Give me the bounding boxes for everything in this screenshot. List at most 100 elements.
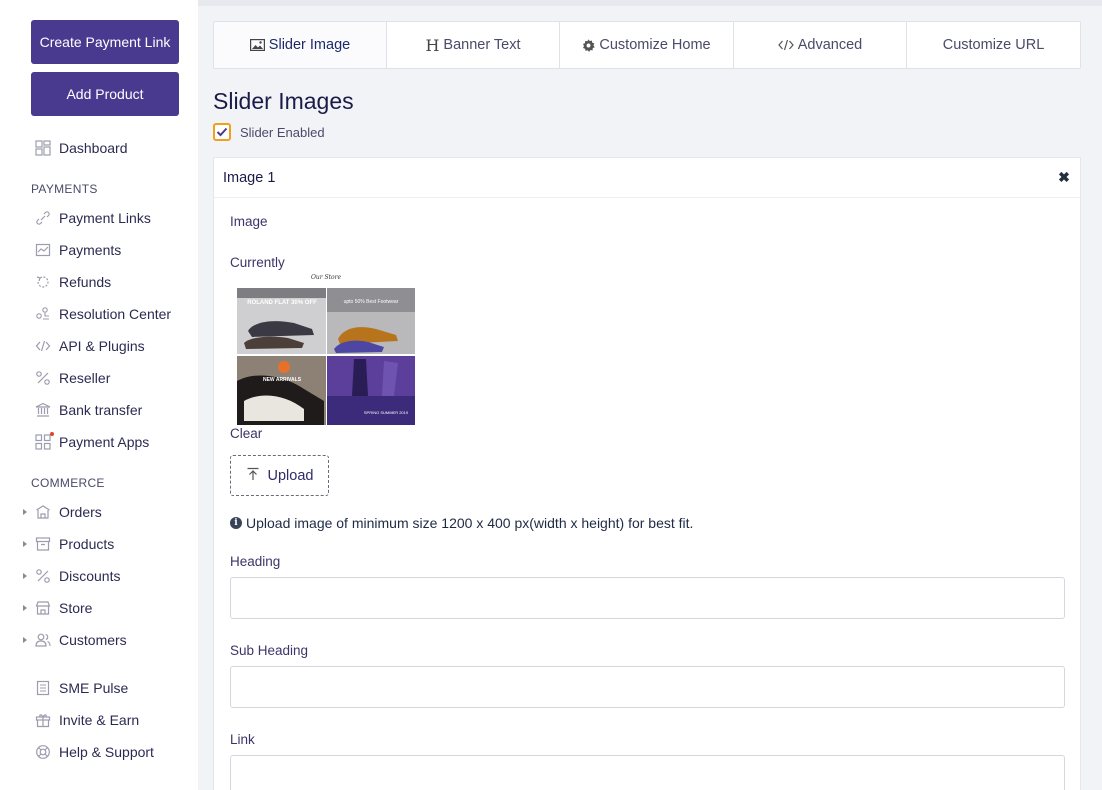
close-icon[interactable]: ✖ — [1057, 169, 1071, 185]
link-input[interactable] — [230, 755, 1065, 790]
sidebar-item-label: Payment Links — [59, 210, 151, 226]
refund-icon — [34, 274, 51, 291]
notification-dot — [50, 432, 54, 436]
sidebar-item-label: Orders — [59, 504, 102, 520]
top-bar — [198, 0, 1102, 6]
sidebar-item-label: Bank transfer — [59, 402, 143, 418]
chart-icon — [34, 242, 51, 259]
clear-image-link[interactable]: Clear — [230, 426, 262, 441]
tab-customize-url[interactable]: Customize URL — [907, 22, 1080, 68]
sidebar-item-invite-earn[interactable]: Invite & Earn — [0, 708, 198, 732]
sidebar-item-label: Customers — [59, 632, 127, 648]
sidebar-item-payments[interactable]: Payments — [0, 238, 198, 262]
upload-button[interactable]: Upload — [230, 455, 329, 496]
sidebar-item-label: Store — [59, 600, 93, 616]
slider-enabled-label: Slider Enabled — [240, 124, 325, 140]
settings-tabs: Slider Image H Banner Text Customize Hom… — [213, 21, 1081, 69]
sidebar-item-discounts[interactable]: Discounts — [0, 564, 198, 588]
sidebar-item-resolution-center[interactable]: Resolution Center — [0, 302, 198, 326]
tab-label: Advanced — [797, 37, 863, 53]
tab-banner-text[interactable]: H Banner Text — [387, 22, 560, 68]
box-icon — [34, 536, 51, 553]
percent-icon — [34, 370, 51, 387]
sidebar-item-label: Invite & Earn — [59, 712, 140, 728]
thumb-tile-text: upto 50% Best Footwear — [344, 299, 399, 305]
sidebar-item-label: Payments — [59, 242, 122, 258]
info-icon: i — [230, 517, 242, 529]
heading-input[interactable] — [230, 577, 1065, 619]
link-field-label: Link — [230, 732, 255, 747]
sidebar-item-help-support[interactable]: Help & Support — [0, 740, 198, 764]
sidebar: Create Payment Link Add Product Dashboar… — [0, 0, 198, 790]
sidebar-item-label: Help & Support — [59, 744, 154, 760]
resolution-icon — [34, 306, 51, 323]
tab-label: Customize URL — [942, 37, 1045, 53]
sidebar-item-store[interactable]: Store — [0, 596, 198, 620]
image-icon — [249, 39, 265, 51]
users-icon — [34, 632, 51, 649]
tab-label: Slider Image — [268, 37, 351, 53]
expand-caret-icon[interactable] — [23, 605, 27, 611]
slider-enabled-checkbox[interactable] — [213, 123, 231, 141]
tab-label: Banner Text — [443, 37, 521, 53]
sidebar-item-label: Dashboard — [59, 140, 128, 156]
sidebar-item-payment-apps[interactable]: Payment Apps — [0, 430, 198, 454]
expand-caret-icon[interactable] — [23, 541, 27, 547]
store-icon — [34, 600, 51, 617]
sidebar-item-orders[interactable]: Orders — [0, 500, 198, 524]
expand-caret-icon[interactable] — [23, 509, 27, 515]
tab-label: Customize Home — [599, 37, 711, 53]
sidebar-item-label: Discounts — [59, 568, 121, 584]
slider-image-panel: Image 1 ✖ Image Currently Our Store ROLA… — [213, 157, 1081, 790]
sub-heading-field-label: Sub Heading — [230, 643, 309, 658]
sidebar-item-api-plugins[interactable]: API & Plugins — [0, 334, 198, 358]
sidebar-item-label: Reseller — [59, 370, 111, 386]
tab-customize-home[interactable]: Customize Home — [560, 22, 734, 68]
bank-icon — [34, 402, 51, 419]
currently-label: Currently — [230, 255, 285, 270]
orders-icon — [34, 504, 51, 521]
sidebar-item-payment-links[interactable]: Payment Links — [0, 206, 198, 230]
link-icon — [34, 210, 51, 227]
percent-icon — [34, 568, 51, 585]
slider-enabled-toggle[interactable]: Slider Enabled — [213, 123, 325, 141]
code-icon — [34, 338, 51, 355]
sidebar-item-label: API & Plugins — [59, 338, 145, 354]
current-image-thumbnail: Our Store ROLAND FLAT 30% OFF upto 50% B… — [234, 271, 418, 427]
apps-icon — [34, 434, 51, 451]
sidebar-item-label: Payment Apps — [59, 434, 150, 450]
dashboard-icon — [34, 140, 51, 157]
sidebar-item-reseller[interactable]: Reseller — [0, 366, 198, 390]
code-icon — [777, 39, 794, 51]
sidebar-item-bank-transfer[interactable]: Bank transfer — [0, 398, 198, 422]
page-title: Slider Images — [213, 88, 354, 114]
lifebuoy-icon — [34, 744, 51, 761]
thumb-tile-text: ROLAND FLAT 30% OFF — [247, 300, 317, 306]
sidebar-item-dashboard[interactable]: Dashboard — [0, 136, 198, 160]
thumb-caption: Our Store — [311, 274, 342, 281]
sidebar-item-customers[interactable]: Customers — [0, 628, 198, 652]
sidebar-item-refunds[interactable]: Refunds — [0, 270, 198, 294]
panel-title: Image 1 — [223, 170, 276, 186]
upload-hint: i Upload image of minimum size 1200 x 40… — [230, 515, 693, 531]
news-icon — [34, 680, 51, 697]
gear-icon — [582, 38, 596, 52]
tab-advanced[interactable]: Advanced — [734, 22, 907, 68]
payments-section-heading: PAYMENTS — [31, 182, 98, 196]
expand-caret-icon[interactable] — [23, 573, 27, 579]
expand-caret-icon[interactable] — [23, 637, 27, 643]
heading-icon: H — [425, 35, 440, 55]
sidebar-item-label: Products — [59, 536, 115, 552]
app-root: Create Payment Link Add Product Dashboar… — [0, 0, 1102, 790]
heading-field-label: Heading — [230, 554, 281, 569]
sidebar-item-sme-pulse[interactable]: SME Pulse — [0, 676, 198, 700]
commerce-section-heading: COMMERCE — [31, 476, 105, 490]
add-product-button[interactable]: Add Product — [31, 72, 179, 116]
sub-heading-input[interactable] — [230, 666, 1065, 708]
sidebar-item-label: SME Pulse — [59, 680, 129, 696]
tab-slider-image[interactable]: Slider Image — [214, 22, 387, 68]
upload-icon — [246, 467, 260, 485]
sidebar-item-products[interactable]: Products — [0, 532, 198, 556]
thumb-tile-text: SPRING SUMMER 2019 — [364, 410, 409, 415]
create-payment-link-button[interactable]: Create Payment Link — [31, 20, 179, 64]
